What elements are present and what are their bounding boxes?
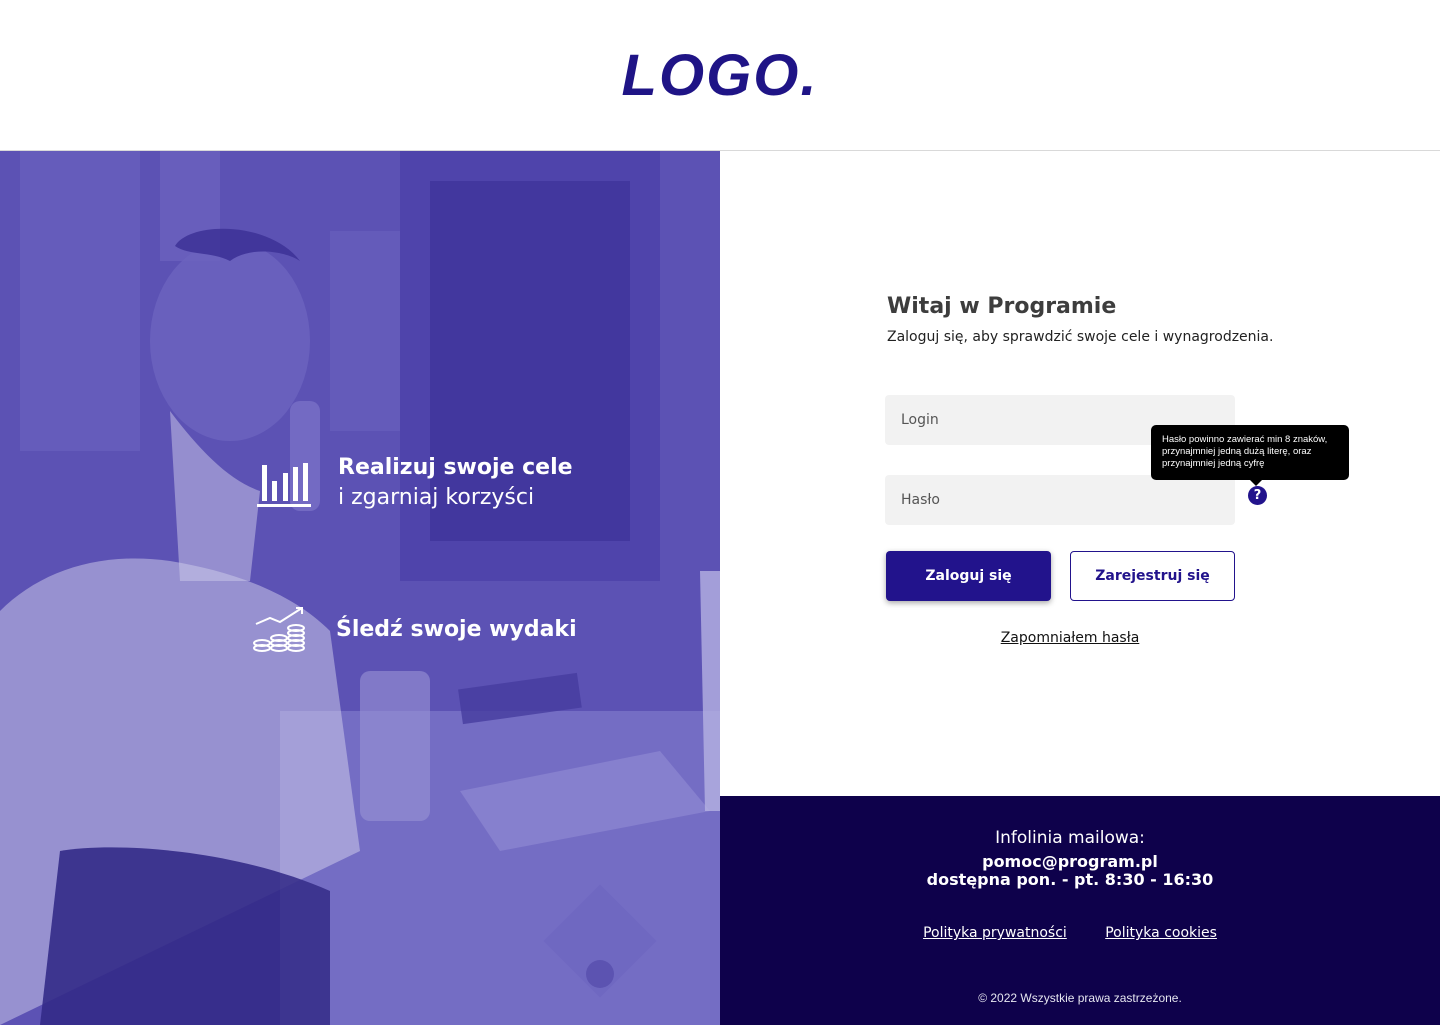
feature-expenses-title: Śledź swoje wydaki — [336, 617, 577, 642]
page-subtitle: Zaloguj się, aby sprawdzić swoje cele i … — [887, 329, 1274, 345]
hero-background-photo — [0, 151, 720, 1025]
feature-expenses: Śledź swoje wydaki — [252, 604, 577, 656]
coins-growth-icon — [253, 607, 305, 652]
cookies-policy-link[interactable]: Polityka cookies — [1105, 925, 1217, 941]
feature-goals-title: Realizuj swoje cele — [338, 455, 573, 480]
privacy-policy-link[interactable]: Polityka prywatności — [923, 925, 1067, 941]
help-icon[interactable]: ? — [1248, 486, 1267, 505]
feature-goals-subtitle: i zgarniaj korzyści — [338, 485, 535, 510]
feature-goals: Realizuj swoje cele i zgarniaj korzyści — [254, 453, 573, 513]
password-input[interactable] — [885, 475, 1235, 525]
footer-links: Polityka prywatności Polityka cookies — [720, 925, 1420, 941]
page-title: Witaj w Programie — [887, 294, 1117, 319]
logo[interactable]: LOGO. — [0, 42, 1440, 109]
password-hint-tooltip: Hasło powinno zawierać min 8 znaków, prz… — [1151, 425, 1349, 486]
bar-chart-icon — [257, 463, 311, 507]
support-hours: dostępna pon. - pt. 8:30 - 16:30 — [926, 870, 1214, 889]
site-header: LOGO. — [0, 0, 1440, 151]
copyright: © 2022 Wszystkie prawa zastrzeżone. — [978, 991, 1182, 1005]
hero-panel: Realizuj swoje cele i zgarniaj korzyści … — [0, 151, 720, 1025]
site-footer: Infolinia mailowa: pomoc@program.pl dost… — [720, 796, 1440, 1025]
support-email[interactable]: pomoc@program.pl — [720, 852, 1420, 871]
forgot-password-link[interactable]: Zapomniałem hasła — [885, 630, 1255, 646]
login-button[interactable]: Zaloguj się — [886, 551, 1051, 601]
support-label: Infolinia mailowa: — [995, 828, 1145, 848]
register-button[interactable]: Zarejestruj się — [1070, 551, 1235, 601]
